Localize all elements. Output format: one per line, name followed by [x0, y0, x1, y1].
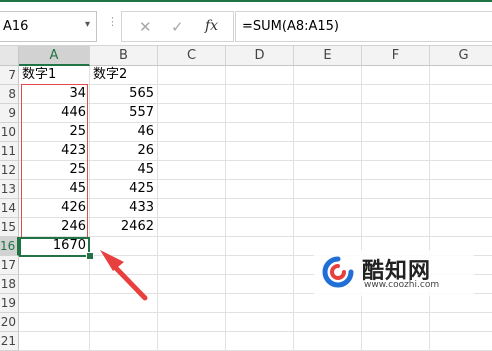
row-header-21[interactable]: 21 [0, 332, 19, 351]
cell-b21[interactable] [90, 332, 158, 351]
cell-g21[interactable] [430, 332, 492, 351]
cell-d21[interactable] [226, 332, 294, 351]
watermark: 酷知网 www.coozhi.com [314, 250, 474, 296]
cell-c21[interactable] [158, 332, 226, 351]
coozhi-logo-icon [322, 256, 354, 288]
cell-f21[interactable] [362, 332, 430, 351]
cell-e21[interactable] [294, 332, 362, 351]
cell-a21[interactable] [19, 332, 90, 351]
watermark-url: www.coozhi.com [364, 280, 440, 290]
